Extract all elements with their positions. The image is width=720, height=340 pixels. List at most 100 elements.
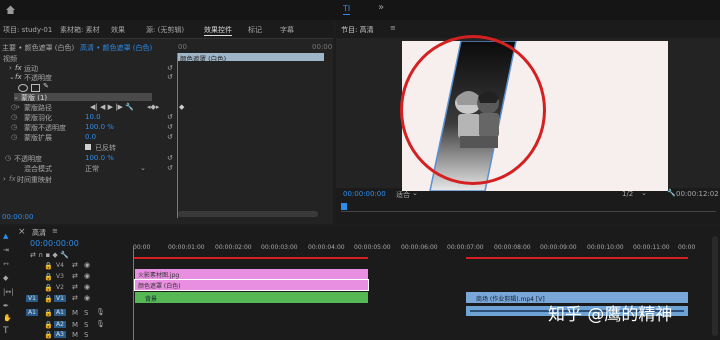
program-playhead[interactable] [341,203,347,210]
keyframe-toggle-icon[interactable]: ◷ [11,103,17,111]
eye-icon[interactable]: ◉ [84,272,90,280]
timeline-scrollbar[interactable] [712,236,718,336]
inverted-checkbox[interactable] [85,144,91,150]
sequence-clip-label[interactable]: 高清 • 颜色遮罩 (白色) [80,43,152,53]
chevron-down-icon[interactable]: ⌄ [641,189,647,197]
solo-button[interactable]: S [84,309,88,317]
reset-icon[interactable]: ↺ [167,123,173,131]
sync-icon[interactable]: ⇄ [72,261,78,269]
timeline-tab[interactable]: 高清 [32,228,46,238]
source-patch-v1[interactable]: V1 [26,295,38,302]
mute-button[interactable]: M [72,309,78,317]
keyframe-toggle-icon[interactable]: ◷ [5,154,11,162]
clip-background[interactable]: 背景 [135,292,368,303]
mask-expansion-value[interactable]: 0.0 [85,133,96,141]
reset-icon[interactable]: ↺ [167,113,173,121]
lock-icon[interactable]: 🔒 [44,284,53,292]
mask-label[interactable]: 蒙版 (1) [21,93,47,103]
fit-select[interactable]: 适合 [396,190,410,200]
ripple-edit-tool-icon[interactable]: ⇿ [3,260,9,268]
keyframe-toggle-icon[interactable]: ◷ [11,133,17,141]
master-clip-label[interactable]: 主要 • 颜色遮罩 (白色) [2,43,74,53]
slip-tool-icon[interactable]: |↔| [3,288,14,296]
lock-icon[interactable]: 🔒 [44,309,53,317]
expand-arrow-icon[interactable]: › [9,64,12,72]
tab-project[interactable]: 项目: study-01 [3,25,52,35]
ec-zoom-scrollbar[interactable] [178,211,318,217]
source-patch-a1[interactable]: A1 [26,309,38,316]
more-workspaces-button[interactable]: » [378,2,384,13]
track-select-tool-icon[interactable]: ⇥ [3,246,9,254]
ec-playhead [177,53,178,218]
mute-button[interactable]: M [72,331,78,339]
timeline-tool-icons[interactable]: ⇄ ∩ ▪ ◆ 🔧 [30,251,69,259]
lock-icon[interactable]: 🔒 [44,331,53,339]
pen-mask-icon[interactable]: ✎ [43,82,49,90]
lock-icon[interactable]: 🔒 [44,262,53,270]
ec-current-time[interactable]: 00:00:00 [2,213,33,221]
chevron-down-icon[interactable]: ⌄ [412,189,418,197]
menu-icon[interactable]: ≡ [52,227,58,235]
tab-markers[interactable]: 标记 [248,25,262,35]
timeline-playhead[interactable] [133,246,134,340]
lock-icon[interactable]: 🔒 [44,321,53,329]
microphone-icon[interactable]: 🎙 [96,308,105,316]
razor-tool-icon[interactable]: ◆ [3,274,8,282]
keyframe-nav-icon[interactable]: ◂◆▸ [147,103,159,111]
selection-tool-icon[interactable]: ▲ [3,232,8,240]
reset-icon[interactable]: ↺ [167,64,173,72]
sync-icon[interactable]: ⇄ [72,294,78,302]
tab-effect-controls[interactable]: 效果控件 [204,25,232,36]
mask-feather-value[interactable]: 10.0 [85,113,101,121]
home-icon[interactable] [5,4,16,15]
opacity-value[interactable]: 100.0 % [85,154,114,162]
track-header-v2: 🔒 V2 ⇄ ◉ [44,283,91,292]
tab-captions[interactable]: 字幕 [280,25,294,35]
clip-fire-image[interactable]: 火影素材图.jpg [135,269,368,279]
reset-icon[interactable]: ↺ [167,164,173,172]
reset-icon[interactable]: ↺ [167,133,173,141]
program-scrubber[interactable] [341,211,716,212]
solo-button[interactable]: S [84,321,88,329]
ellipse-mask-icon[interactable] [18,84,28,92]
sync-icon[interactable]: ⇄ [72,283,78,291]
close-icon[interactable]: × [18,227,26,237]
reset-icon[interactable]: ↺ [167,73,173,81]
eye-icon[interactable]: ◉ [84,261,90,269]
clip-color-matte[interactable]: 颜色遮罩 (白色) [134,279,369,291]
tab-effects[interactable]: 效果 [111,25,125,35]
keyframe-toggle-icon[interactable]: ◷ [11,113,17,121]
wrench-icon[interactable]: 🔧 [667,189,676,197]
tab-bin[interactable]: 素材箱: 素材 [60,25,100,35]
tab-source[interactable]: 源: (无剪辑) [146,25,184,35]
time-ruler[interactable]: 00:00 00:00:01:00 00:00:02:00 00:00:03:0… [133,236,695,256]
type-tool-icon[interactable]: T [3,326,9,336]
chevron-down-icon[interactable]: ⌄ [140,164,146,172]
rectangle-mask-icon[interactable] [31,84,40,92]
pen-tool-icon[interactable]: ✒ [3,302,9,310]
resolution-select[interactable]: 1/2 [622,190,633,198]
mask-opacity-label: 蒙版不透明度 [24,124,66,132]
mask-opacity-value[interactable]: 100.0 % [85,123,114,131]
mask-feather-label: 蒙版羽化 [24,114,52,122]
program-timecode[interactable]: 00:00:00:00 [343,190,386,198]
microphone-icon[interactable]: 🎙 [96,320,105,328]
lock-icon[interactable]: 🔒 [44,295,53,303]
keyframe-toggle-icon[interactable]: ◷ [11,123,17,131]
workspace-tab-active[interactable]: TI [343,4,351,15]
eye-icon[interactable]: ◉ [84,283,90,291]
keyframe-diamond-icon[interactable]: ◆ [179,103,184,111]
sync-icon[interactable]: ⇄ [72,272,78,280]
lock-icon[interactable]: 🔒 [44,273,53,281]
timeline-timecode[interactable]: 00:00:00:00 [30,239,79,248]
mask-track-controls[interactable]: ◀| ◀ ▶ |▶ 🔧 [90,103,134,111]
hand-tool-icon[interactable]: ✋ [3,314,12,322]
blend-mode-select[interactable]: 正常 [85,164,99,174]
solo-button[interactable]: S [84,331,88,339]
reset-icon[interactable]: ↺ [167,154,173,162]
collapse-arrow-icon[interactable]: ⌄ [9,73,15,81]
time-remap-effect[interactable]: 时间重映射 [17,175,52,185]
mute-button[interactable]: M [72,321,78,329]
menu-icon[interactable]: ≡ [390,24,396,32]
eye-icon[interactable]: ◉ [84,294,90,302]
